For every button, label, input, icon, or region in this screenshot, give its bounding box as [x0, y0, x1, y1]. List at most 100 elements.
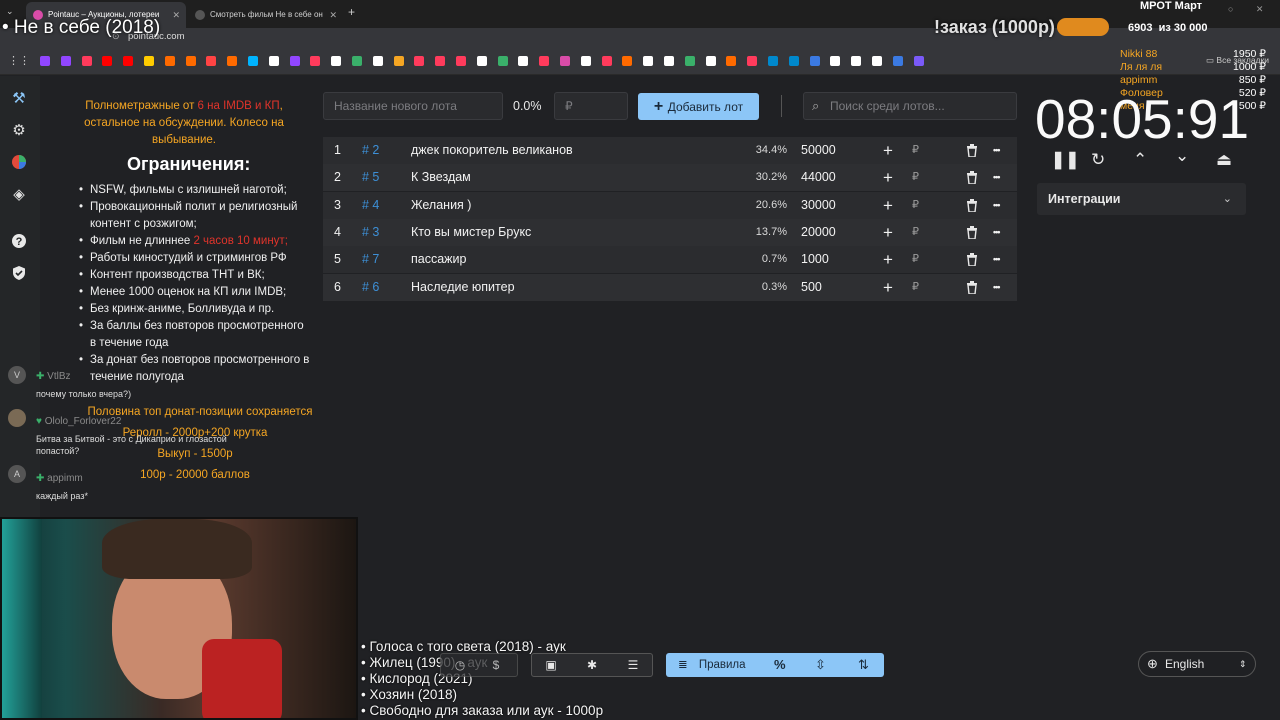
history-icon[interactable]: ◷: [445, 654, 475, 676]
lot-amount[interactable]: 30000: [801, 192, 836, 219]
bookmark-favicon-icon[interactable]: [456, 56, 466, 66]
add-amount-icon[interactable]: +: [883, 192, 893, 219]
wheel-chart-icon[interactable]: [10, 154, 28, 172]
bookmark-favicon-icon[interactable]: [497, 56, 508, 66]
bookmark-favicon-icon[interactable]: [851, 56, 862, 66]
new-tab-icon[interactable]: +: [348, 5, 355, 19]
bookmark-favicon-icon[interactable]: [809, 56, 820, 66]
close-tab-icon[interactable]: ✕: [172, 2, 180, 28]
bookmark-favicon-icon[interactable]: [81, 56, 92, 66]
bookmark-favicon-icon[interactable]: [331, 56, 342, 66]
eject-icon[interactable]: ⏏: [1216, 150, 1232, 170]
clear-list-icon[interactable]: ☰: [618, 654, 648, 676]
bookmark-favicon-icon[interactable]: [60, 56, 71, 66]
lot-name[interactable]: пассажир: [411, 246, 466, 273]
tab-film[interactable]: Смотреть фильм Не в себе он ✕: [188, 2, 343, 28]
chevron-up-icon[interactable]: ⌃: [1133, 150, 1147, 170]
bookmark-favicon-icon[interactable]: [892, 56, 903, 66]
lot-amount[interactable]: 500: [801, 274, 822, 301]
bookmark-favicon-icon[interactable]: [726, 56, 737, 66]
help-icon[interactable]: ?: [10, 233, 28, 251]
bookmark-favicon-icon[interactable]: [747, 56, 758, 66]
bookmark-favicon-icon[interactable]: [560, 56, 570, 66]
compress-icon[interactable]: ⇳: [815, 653, 826, 677]
bookmark-favicon-icon[interactable]: [768, 56, 778, 66]
more-options-icon[interactable]: •••: [993, 219, 1001, 246]
bookmark-favicon-icon[interactable]: [684, 56, 695, 66]
dollar-icon[interactable]: $: [481, 654, 511, 676]
bookmark-favicon-icon[interactable]: [518, 56, 529, 66]
bookmark-favicon-icon[interactable]: [601, 56, 612, 66]
delete-lot-icon[interactable]: [966, 246, 978, 276]
add-amount-icon[interactable]: +: [883, 246, 893, 273]
bug-icon[interactable]: ✱: [577, 654, 607, 676]
delete-lot-icon[interactable]: [966, 137, 978, 167]
bookmark-favicon-icon[interactable]: [643, 56, 654, 66]
settings-gear-icon[interactable]: ⚙: [10, 122, 28, 140]
lot-amount[interactable]: 20000: [801, 219, 836, 246]
lot-amount[interactable]: 50000: [801, 137, 836, 164]
more-options-icon[interactable]: •••: [993, 192, 1001, 219]
bookmark-favicon-icon[interactable]: [788, 56, 799, 66]
rules-button[interactable]: ≣ Правила: [678, 653, 746, 677]
reset-icon[interactable]: ↻: [1091, 150, 1105, 170]
bookmark-favicon-icon[interactable]: [206, 56, 217, 66]
bookmark-favicon-icon[interactable]: [289, 56, 300, 66]
more-options-icon[interactable]: •••: [993, 137, 1001, 164]
bookmark-favicon-icon[interactable]: [622, 56, 633, 66]
add-amount-icon[interactable]: +: [883, 274, 893, 301]
lot-name[interactable]: К Звездам: [411, 164, 471, 191]
sort-icon[interactable]: ⇅: [858, 653, 869, 677]
add-amount-icon[interactable]: +: [883, 164, 893, 191]
bookmark-favicon-icon[interactable]: [872, 56, 882, 66]
delete-lot-icon[interactable]: [966, 219, 978, 249]
pause-icon[interactable]: ❚❚: [1051, 150, 1080, 170]
delete-lot-icon[interactable]: [966, 164, 978, 194]
tab-menu-icon[interactable]: ⌄: [6, 6, 14, 17]
bookmark-favicon-icon[interactable]: [705, 56, 716, 66]
save-icon[interactable]: ▣: [536, 654, 566, 676]
bookmark-favicon-icon[interactable]: [352, 56, 362, 66]
bookmark-favicon-icon[interactable]: [248, 56, 258, 66]
delete-lot-icon[interactable]: [966, 192, 978, 222]
new-lot-amount-input[interactable]: ₽: [554, 92, 628, 120]
lot-name[interactable]: Кто вы мистер Брукс: [411, 219, 531, 246]
close-tab-icon[interactable]: ✕: [329, 2, 337, 28]
window-controls[interactable]: ○ ✕: [1228, 4, 1273, 15]
lot-amount[interactable]: 1000: [801, 246, 829, 273]
chevron-down-icon[interactable]: ⌄: [1175, 146, 1189, 166]
layers-icon[interactable]: ◈: [10, 186, 28, 204]
bookmark-favicon-icon[interactable]: [664, 56, 674, 66]
add-amount-icon[interactable]: +: [883, 219, 893, 246]
bookmark-favicon-icon[interactable]: [164, 56, 175, 66]
add-lot-button[interactable]: + Добавить лот: [638, 93, 759, 120]
lot-search-input[interactable]: ⌕ Поиск среди лотов...: [803, 92, 1017, 120]
bookmark-favicon-icon[interactable]: [580, 56, 591, 66]
lot-name[interactable]: Наследие юпитер: [411, 274, 515, 301]
lot-amount[interactable]: 44000: [801, 164, 836, 191]
bookmark-favicon-icon[interactable]: [268, 56, 279, 66]
integrations-accordion[interactable]: Интеграции ⌄: [1037, 183, 1246, 215]
bookmark-favicon-icon[interactable]: [393, 56, 404, 66]
bookmark-favicon-icon[interactable]: [102, 56, 113, 66]
bookmark-favicon-icon[interactable]: [830, 56, 841, 66]
lot-name[interactable]: джек покоритель великанов: [411, 137, 573, 164]
bookmark-favicon-icon[interactable]: [123, 56, 134, 66]
shield-check-icon[interactable]: [10, 265, 28, 283]
more-options-icon[interactable]: •••: [993, 246, 1001, 273]
auction-hammer-icon[interactable]: ⚒: [10, 90, 28, 108]
more-options-icon[interactable]: •••: [993, 164, 1001, 191]
apps-grid-icon[interactable]: ⋮⋮: [8, 54, 30, 67]
bookmark-favicon-icon[interactable]: [40, 56, 50, 66]
bookmark-favicon-icon[interactable]: [913, 56, 924, 66]
percent-toggle[interactable]: %: [774, 653, 786, 677]
bookmark-favicon-icon[interactable]: [435, 56, 446, 66]
bookmark-favicon-icon[interactable]: [414, 56, 425, 66]
delete-lot-icon[interactable]: [966, 274, 978, 304]
language-select[interactable]: ⊕ English ⇕: [1138, 651, 1256, 677]
lot-name[interactable]: Желания ): [411, 192, 471, 219]
new-lot-name-input[interactable]: Название нового лота: [323, 92, 503, 120]
bookmark-favicon-icon[interactable]: [372, 56, 383, 66]
bookmark-favicon-icon[interactable]: [227, 56, 238, 66]
bookmark-favicon-icon[interactable]: [476, 56, 487, 66]
